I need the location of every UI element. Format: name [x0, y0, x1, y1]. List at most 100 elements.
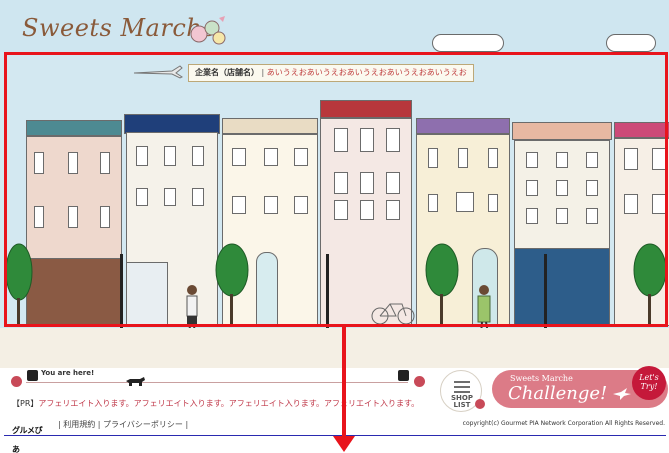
window: [386, 172, 400, 194]
challenge-big-label: Challenge!: [508, 383, 608, 404]
annotation-arrow-head: [333, 436, 355, 452]
window: [34, 206, 44, 228]
gourmet-pia-logo[interactable]: グルメぴあ: [12, 418, 48, 453]
window: [386, 128, 400, 152]
window: [556, 208, 568, 224]
building-roof: [222, 118, 318, 134]
window: [68, 206, 78, 228]
window: [334, 200, 348, 220]
scroll-right-button[interactable]: [414, 376, 425, 387]
street-scene: [0, 52, 669, 328]
tree: [633, 243, 667, 326]
shop-list-button[interactable]: SHOP LIST: [440, 370, 485, 412]
window: [652, 194, 666, 214]
window: [428, 194, 438, 212]
window: [586, 152, 598, 168]
street-lamp: [120, 254, 123, 328]
window: [360, 128, 374, 152]
window: [264, 196, 278, 214]
privacy-link[interactable]: プライバシーポリシー: [103, 420, 183, 429]
footer-links: | 利用規約 | プライバシーポリシー |: [58, 420, 189, 429]
building-roof: [512, 122, 612, 140]
cloud-decoration: [606, 34, 656, 52]
person-figure: [477, 285, 491, 328]
you-are-here-marker: [27, 370, 38, 381]
window: [458, 148, 468, 168]
pavement: [0, 328, 669, 368]
building-roof: [416, 118, 510, 134]
terms-link[interactable]: 利用規約: [63, 420, 95, 429]
end-marker: [398, 370, 409, 381]
window: [526, 208, 538, 224]
window: [456, 192, 474, 212]
list-icon: [454, 381, 470, 393]
tree: [215, 243, 249, 326]
you-are-here-label: You are here!: [41, 369, 95, 377]
window: [164, 146, 176, 166]
window: [100, 152, 110, 174]
window: [192, 146, 204, 166]
window: [334, 172, 348, 194]
airplane-icon: [133, 65, 183, 79]
window: [526, 180, 538, 196]
window: [264, 148, 278, 166]
shop-list-label: SHOP LIST: [451, 394, 473, 409]
window: [488, 194, 498, 212]
window: [360, 200, 374, 220]
challenge-small-label: Sweets Marche: [510, 374, 573, 383]
window: [428, 148, 438, 168]
building-roof: [124, 114, 220, 134]
dog-icon[interactable]: [124, 375, 146, 387]
street-lamp: [544, 254, 547, 328]
window: [136, 188, 148, 206]
shop-front: [126, 262, 168, 326]
window: [556, 180, 568, 196]
annotation-arrow-stem: [342, 327, 346, 439]
window: [334, 128, 348, 152]
window: [586, 208, 598, 224]
scroll-left-button[interactable]: [11, 376, 22, 387]
candy-icon: [190, 16, 226, 45]
person-figure: [186, 285, 198, 328]
pr-text[interactable]: アフェリエイト入ります。アフェリエイト入ります。アフェリエイト入ります。アフェリ…: [38, 399, 419, 408]
lets-try-badge[interactable]: Let's Try!: [632, 366, 666, 400]
window: [192, 188, 204, 206]
window: [100, 206, 110, 228]
company-label: 企業名（店舗名）: [195, 68, 259, 77]
window: [488, 148, 498, 168]
window: [586, 180, 598, 196]
bicycle-icon: [371, 303, 415, 325]
window: [526, 152, 538, 168]
window: [34, 152, 44, 174]
arrow-right-icon: [475, 399, 485, 409]
window: [232, 196, 246, 214]
tree: [425, 243, 459, 326]
window: [360, 172, 374, 194]
window: [624, 148, 638, 170]
company-banner: 企業名（店舗名） | あいうえおあいうえおあいうえおあいうえおあいうえお: [188, 64, 474, 82]
building-lower: [514, 248, 610, 326]
window: [232, 148, 246, 166]
copyright-text: copyright(c) Gourmet PIA Network Corpora…: [462, 420, 665, 427]
shop-front: [256, 252, 278, 326]
street-lamp: [326, 254, 329, 328]
window: [624, 194, 638, 214]
progress-track[interactable]: [26, 382, 408, 383]
window: [294, 196, 308, 214]
cloud-decoration: [432, 34, 504, 52]
window: [386, 200, 400, 220]
window: [652, 148, 666, 170]
window: [164, 188, 176, 206]
building-roof: [320, 100, 412, 118]
window: [556, 152, 568, 168]
bird-icon: [613, 388, 631, 400]
window: [68, 152, 78, 174]
pr-affiliate-line: 【PR】アフェリエイト入ります。アフェリエイト入ります。アフェリエイト入ります。…: [12, 398, 419, 409]
building-roof: [26, 120, 122, 136]
pr-tag: 【PR】: [12, 399, 39, 408]
window: [136, 146, 148, 166]
banner-separator: |: [261, 68, 265, 77]
tree: [5, 243, 33, 326]
banner-text: あいうえおあいうえおあいうえおあいうえおあいうえお: [266, 68, 467, 77]
building-lower: [26, 258, 122, 326]
